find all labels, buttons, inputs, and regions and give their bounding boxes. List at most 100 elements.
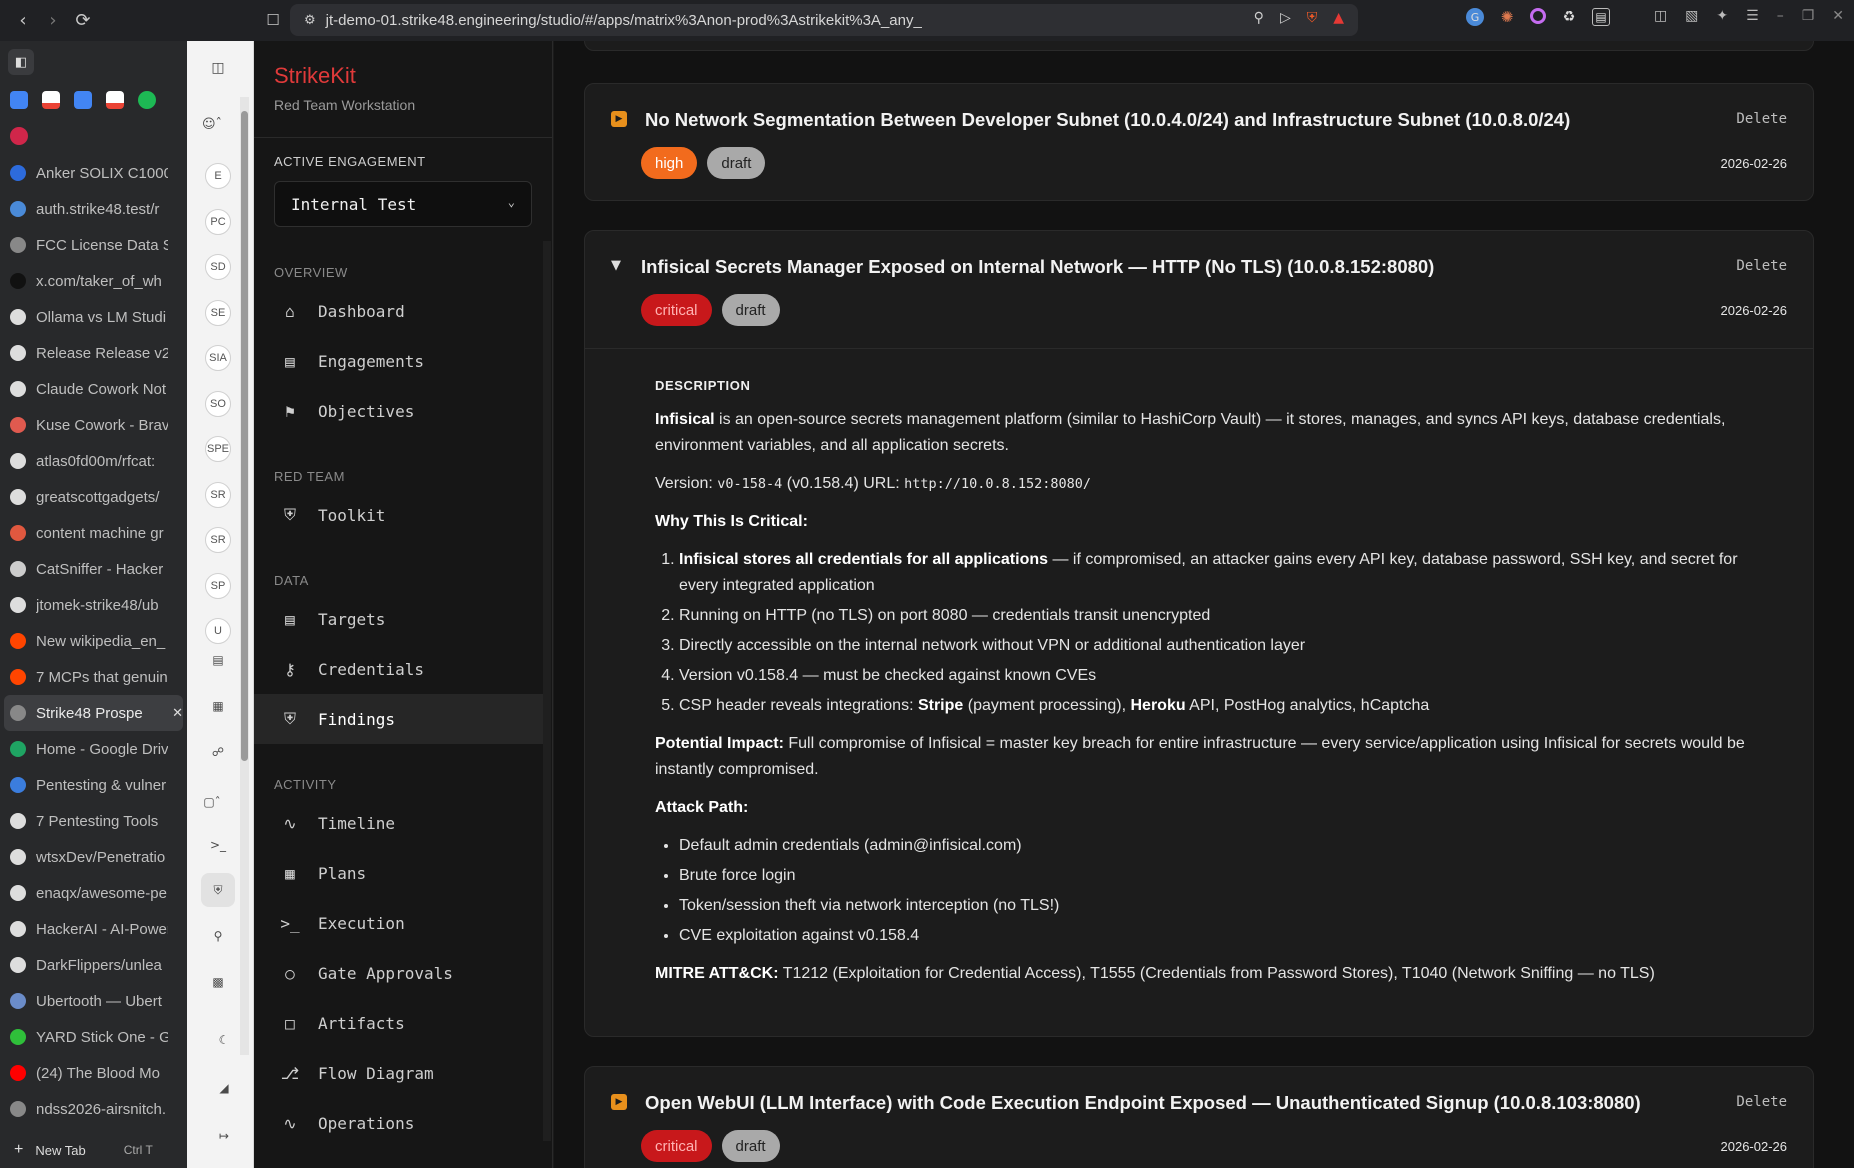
connector-avatar[interactable]: SO xyxy=(205,390,231,417)
nav-item-plans[interactable]: ▦ Plans xyxy=(254,848,543,898)
finding-title[interactable]: Infisical Secrets Manager Exposed on Int… xyxy=(641,256,1434,278)
rail-scrollbar-thumb[interactable] xyxy=(241,111,248,761)
wallet-icon[interactable]: ▧ xyxy=(1685,8,1698,24)
browser-tab[interactable]: wtsxDev/Penetratio xyxy=(0,839,187,875)
browser-tab[interactable]: greatscottgadgets/ xyxy=(0,479,187,515)
menu-icon[interactable]: ☰ xyxy=(1746,8,1759,24)
rail-scrollbar[interactable] xyxy=(240,97,249,1055)
connector-avatar[interactable]: SR xyxy=(205,481,231,508)
browser-tab[interactable]: Release Release v2. xyxy=(0,335,187,371)
gmail-pinned-icon[interactable] xyxy=(42,91,60,109)
nav-item-gate-approvals[interactable]: ○ Gate Approvals xyxy=(254,948,543,998)
shield-icon[interactable]: ⛨ xyxy=(201,873,235,907)
finding-header[interactable]: ▼ Infisical Secrets Manager Exposed on I… xyxy=(585,231,1813,348)
nav-item-targets[interactable]: ▤ Targets xyxy=(254,594,543,644)
delete-button[interactable]: Delete xyxy=(1736,1094,1787,1110)
announcement-icon[interactable]: ◢ xyxy=(207,1071,241,1105)
search-icon[interactable]: ⚲ xyxy=(201,919,235,953)
expand-icon[interactable]: ▶ xyxy=(611,1094,627,1110)
collapse-icon[interactable]: ▼ xyxy=(611,258,621,273)
calendar-pinned-icon[interactable] xyxy=(10,91,28,109)
document-icon[interactable]: ▤ xyxy=(201,643,235,677)
nav-item-engagements[interactable]: ▤ Engagements xyxy=(254,336,543,386)
nav-item-execution[interactable]: >_ Execution xyxy=(254,898,543,948)
terminal-icon[interactable]: >_ xyxy=(201,828,235,862)
browser-tab[interactable]: x.com/taker_of_wh xyxy=(0,263,187,299)
phone-pinned-icon[interactable] xyxy=(138,91,156,109)
extension-icon[interactable]: G xyxy=(1466,8,1484,26)
browser-tab[interactable]: YARD Stick One - Gr xyxy=(0,1019,187,1055)
browser-tab[interactable]: Ubertooth — Ubert xyxy=(0,983,187,1019)
browser-tab[interactable]: Anker SOLIX C1000 xyxy=(0,155,187,191)
connector-avatar[interactable]: U xyxy=(205,618,231,644)
brave-rewards-icon[interactable]: ▲ xyxy=(1333,10,1344,26)
browser-tab[interactable]: Strike48 Prospe ✕ xyxy=(4,695,183,731)
connector-avatar[interactable]: PC xyxy=(205,208,231,235)
nav-item-findings[interactable]: ⛨ Findings xyxy=(254,694,543,744)
leo-ai-icon[interactable]: ✦ xyxy=(1716,8,1728,24)
browser-tab[interactable]: CatSniffer - Hacker xyxy=(0,551,187,587)
new-tab-button[interactable]: + New Tab Ctrl T xyxy=(0,1132,187,1168)
nav-item-objectives[interactable]: ⚑ Objectives xyxy=(254,386,543,436)
package-collapse-icon[interactable]: ▢ˆ xyxy=(195,785,229,819)
sidebar-panel-icon[interactable]: ◫ xyxy=(1654,8,1667,24)
connector-avatar[interactable]: SIA xyxy=(205,345,231,371)
browser-tab[interactable]: FCC License Data Se xyxy=(0,227,187,263)
panel-toggle-icon[interactable]: ◫ xyxy=(201,51,235,85)
nav-item-operations[interactable]: ∿ Operations xyxy=(254,1098,543,1148)
browser-tab[interactable]: atlas0fd00m/rfcat: xyxy=(0,443,187,479)
browser-tab[interactable]: auth.strike48.test/r xyxy=(0,191,187,227)
music-pinned-icon[interactable] xyxy=(10,127,28,145)
browser-tab[interactable]: Home - Google Driv xyxy=(0,731,187,767)
briefcase-icon[interactable]: ▩ xyxy=(201,965,235,999)
close-window-icon[interactable]: ✕ xyxy=(1832,8,1844,24)
nav-item-toolkit[interactable]: ⛨ Toolkit xyxy=(254,490,543,540)
browser-tab[interactable]: enaqx/awesome-pe xyxy=(0,875,187,911)
connector-avatar[interactable]: SPE xyxy=(205,436,231,462)
reload-icon[interactable]: ⟳ xyxy=(68,6,98,36)
calendar-pinned-icon-2[interactable] xyxy=(74,91,92,109)
delete-button[interactable]: Delete xyxy=(1736,111,1787,127)
expand-icon[interactable]: ▶ xyxy=(611,111,627,127)
url-text[interactable]: jt-demo-01.strike48.engineering/studio/#… xyxy=(326,12,922,29)
connector-avatar[interactable]: E xyxy=(205,163,231,189)
connector-avatar[interactable]: SE xyxy=(205,299,231,326)
puzzle-icon[interactable]: ♻ xyxy=(1560,8,1578,26)
tab-sidebar-toggle-icon[interactable]: ◧ xyxy=(8,49,34,75)
browser-tab[interactable]: 7 MCPs that genuin xyxy=(0,659,187,695)
nav-item-artifacts[interactable]: □ Artifacts xyxy=(254,998,543,1048)
browser-tab[interactable]: Pentesting & vulner xyxy=(0,767,187,803)
bookmark-icon[interactable]: ☐ xyxy=(258,5,288,35)
forward-icon[interactable]: › xyxy=(38,6,68,36)
minimize-icon[interactable]: – xyxy=(1777,8,1784,24)
connector-avatar[interactable]: SR xyxy=(205,527,231,553)
nav-item-timeline[interactable]: ∿ Timeline xyxy=(254,798,543,848)
browser-tab[interactable]: jtomek-strike48/ub xyxy=(0,587,187,623)
browser-tab[interactable]: Kuse Cowork - Brav xyxy=(0,407,187,443)
browser-tab[interactable]: New wikipedia_en_ xyxy=(0,623,187,659)
browser-tab[interactable]: (24) The Blood Mo xyxy=(0,1055,187,1091)
calendar-icon[interactable]: ▦ xyxy=(201,689,235,723)
logout-icon[interactable]: ↦ xyxy=(207,1119,241,1153)
color-extension-icon[interactable] xyxy=(1530,8,1546,24)
engagement-select[interactable]: Internal Test ⌄ xyxy=(274,181,532,227)
gmail-pinned-icon-2[interactable] xyxy=(106,91,124,109)
browser-tab[interactable]: content machine gr xyxy=(0,515,187,551)
site-info-icon[interactable]: ⚙ xyxy=(304,13,316,28)
close-tab-icon[interactable]: ✕ xyxy=(172,705,183,721)
browser-tab[interactable]: ndss2026-airsnitch. xyxy=(0,1091,187,1127)
workflow-icon[interactable]: ☍ xyxy=(201,735,235,769)
finding-title[interactable]: No Network Segmentation Between Develope… xyxy=(645,109,1570,131)
theme-moon-icon[interactable]: ☾ xyxy=(207,1023,241,1057)
zoom-icon[interactable]: ⚲ xyxy=(1254,10,1264,26)
delete-button[interactable]: Delete xyxy=(1736,258,1787,274)
connector-avatar[interactable]: SD xyxy=(205,254,231,280)
back-icon[interactable]: ‹ xyxy=(8,6,38,36)
finding-title[interactable]: Open WebUI (LLM Interface) with Code Exe… xyxy=(645,1092,1641,1114)
nav-item-dashboard[interactable]: ⌂ Dashboard xyxy=(254,286,543,336)
maximize-icon[interactable]: ❐ xyxy=(1802,8,1815,24)
browser-tab[interactable]: Claude Cowork Not xyxy=(0,371,187,407)
users-collapse-icon[interactable]: ☺ˆ xyxy=(195,107,229,141)
brave-shields-icon[interactable]: ⛨ xyxy=(1307,10,1318,26)
connector-avatar[interactable]: SP xyxy=(205,572,231,599)
